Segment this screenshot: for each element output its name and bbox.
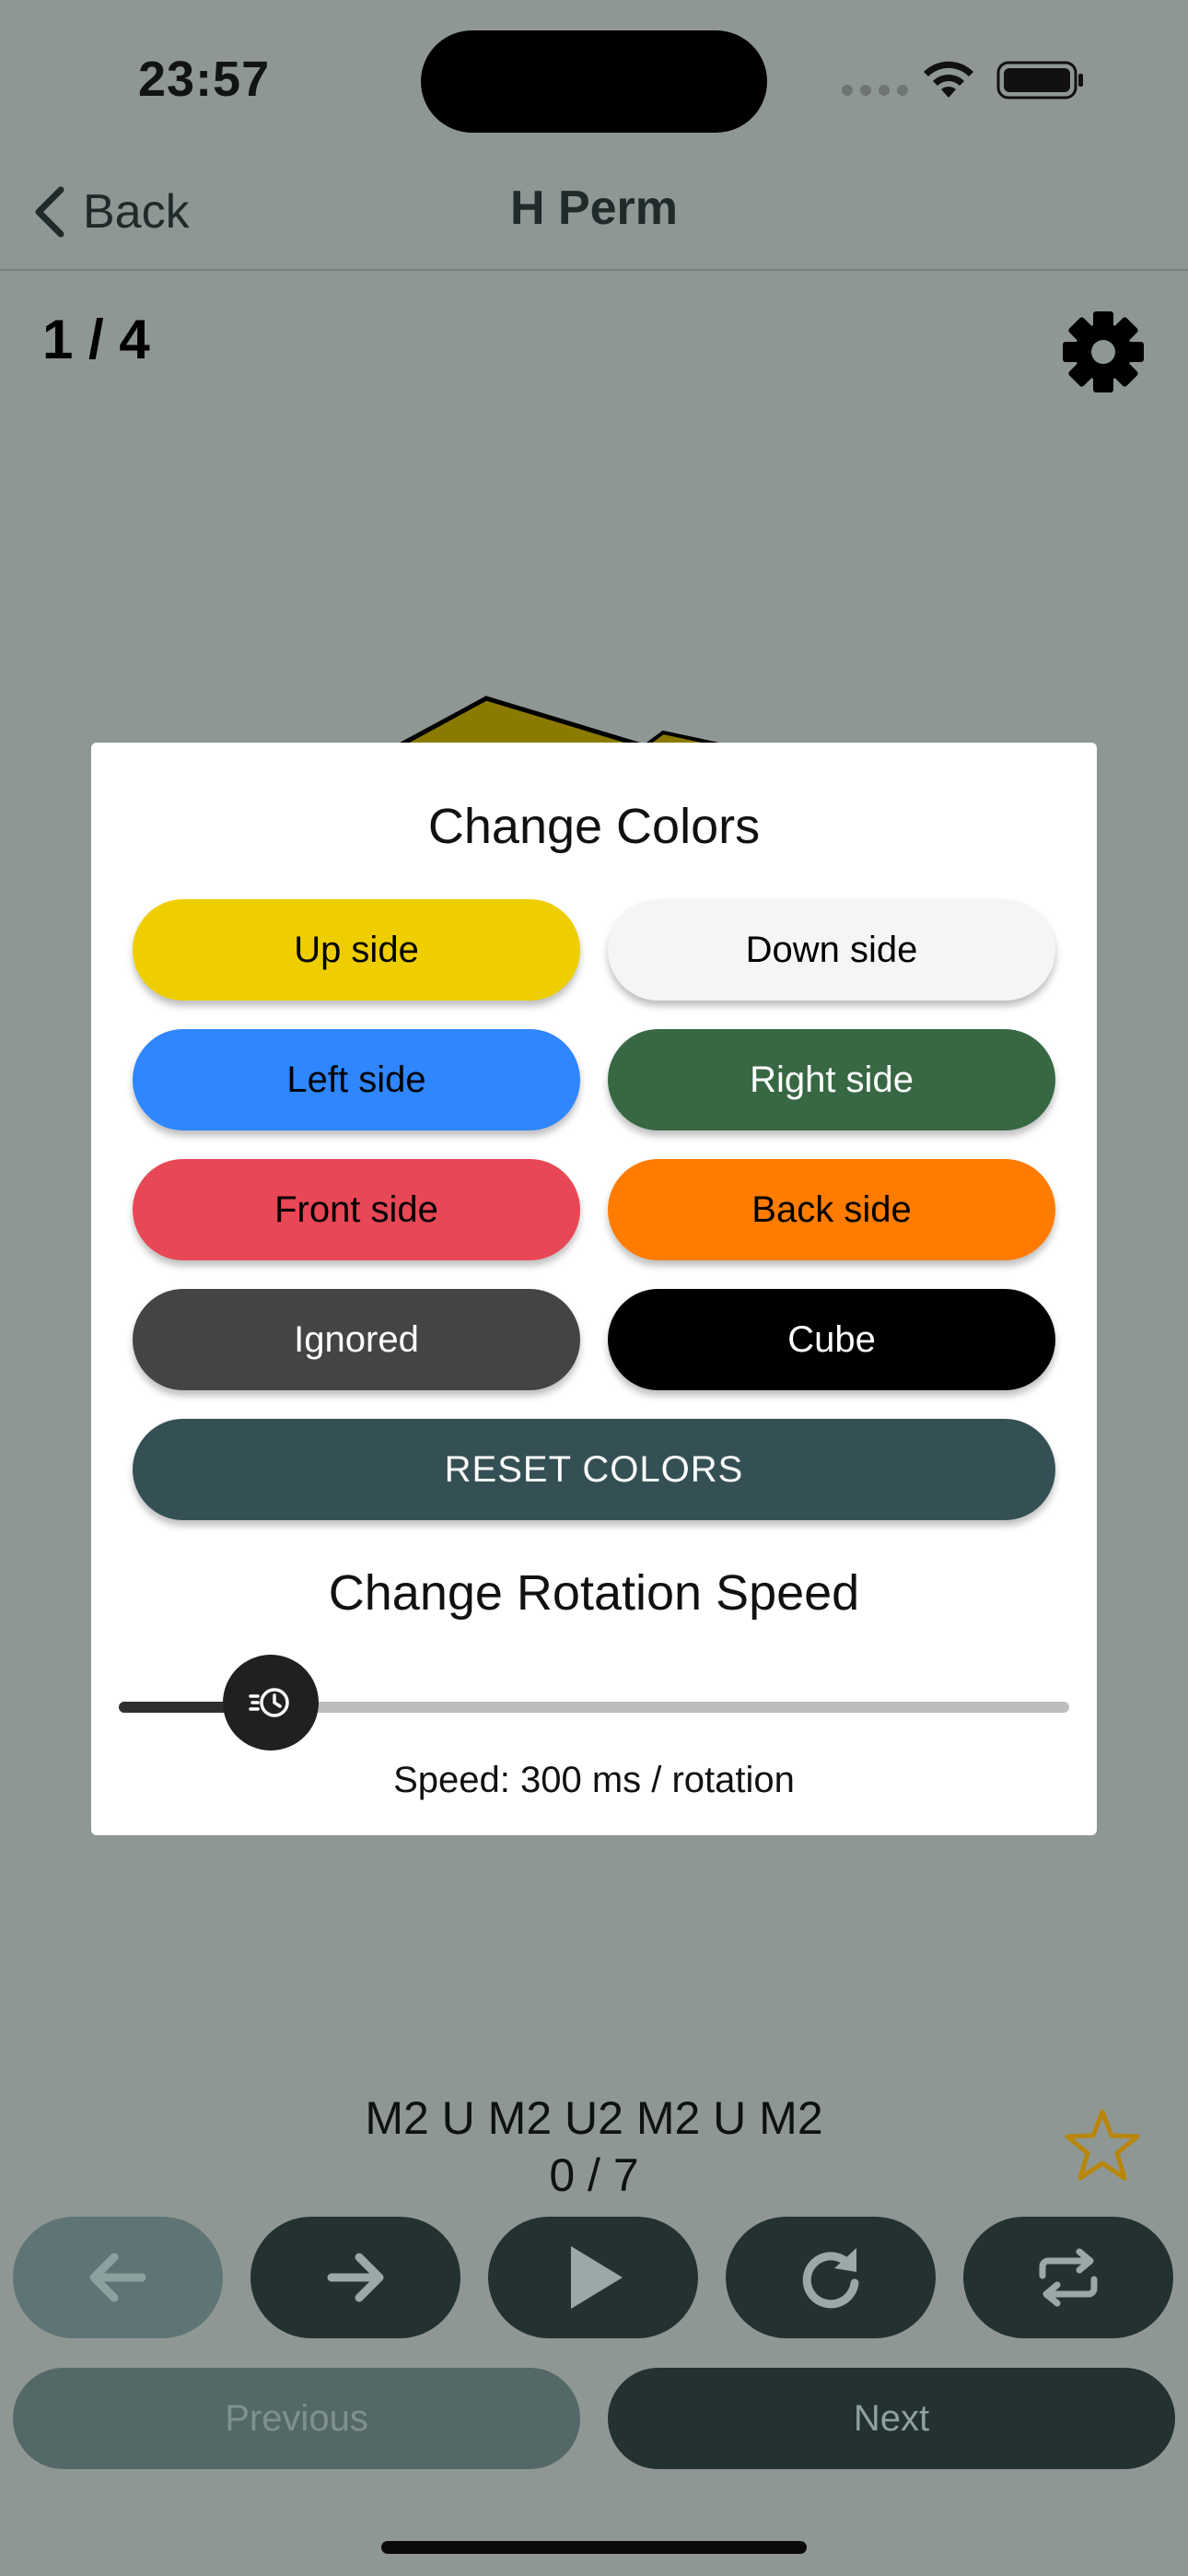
algorithm-text: M2 U M2 U2 M2 U M2 — [365, 2092, 823, 2144]
arrow-right-icon — [327, 2253, 384, 2302]
rotation-speed-title: Change Rotation Speed — [328, 1565, 860, 1621]
back-side-color-button[interactable]: Back side — [608, 1159, 1055, 1260]
restart-button[interactable] — [726, 2217, 936, 2338]
front-side-color-button[interactable]: Front side — [133, 1159, 580, 1260]
cube-preview — [396, 696, 728, 746]
move-progress: 0 / 7 — [549, 2149, 639, 2201]
back-label: Back — [83, 185, 190, 239]
dynamic-island — [421, 30, 767, 133]
home-indicator — [381, 2541, 807, 2554]
status-time: 23:57 — [138, 52, 271, 107]
repeat-icon — [1039, 2248, 1098, 2307]
previous-button[interactable]: Previous — [13, 2368, 580, 2469]
play-button[interactable] — [488, 2217, 698, 2338]
speed-value-label: Speed: 300 ms / rotation — [393, 1760, 795, 1800]
next-button[interactable]: Next — [608, 2368, 1175, 2469]
chevron-left-icon — [35, 186, 64, 238]
play-icon — [571, 2246, 623, 2309]
wifi-icon — [924, 61, 973, 98]
page-title: H Perm — [509, 181, 679, 235]
right-side-color-button[interactable]: Right side — [608, 1029, 1055, 1130]
step-forward-button[interactable] — [250, 2217, 460, 2338]
speed-slider-thumb[interactable] — [223, 1655, 320, 1751]
ignored-color-button[interactable]: Ignored — [133, 1289, 580, 1390]
repeat-button[interactable] — [963, 2217, 1173, 2338]
nav-divider — [0, 269, 1188, 271]
down-side-color-button[interactable]: Down side — [608, 899, 1055, 1001]
favorite-star-icon[interactable] — [1064, 2106, 1141, 2184]
redo-icon — [802, 2248, 859, 2309]
speed-clock-icon — [249, 1688, 289, 1717]
signal-dots-icon — [842, 85, 908, 96]
up-side-color-button[interactable]: Up side — [133, 899, 580, 1001]
cube-color-button[interactable]: Cube — [608, 1289, 1055, 1390]
gear-icon[interactable] — [1061, 310, 1146, 394]
battery-icon — [996, 61, 1083, 100]
step-back-button[interactable] — [13, 2217, 223, 2338]
case-counter: 1 / 4 — [42, 309, 150, 370]
reset-colors-button[interactable]: RESET COLORS — [133, 1419, 1055, 1520]
settings-modal: Change Colors Up side Down side Left sid… — [91, 743, 1097, 1835]
left-side-color-button[interactable]: Left side — [133, 1029, 580, 1130]
change-colors-title: Change Colors — [427, 799, 761, 854]
arrow-left-icon — [89, 2253, 146, 2302]
back-button[interactable]: Back — [31, 175, 190, 249]
